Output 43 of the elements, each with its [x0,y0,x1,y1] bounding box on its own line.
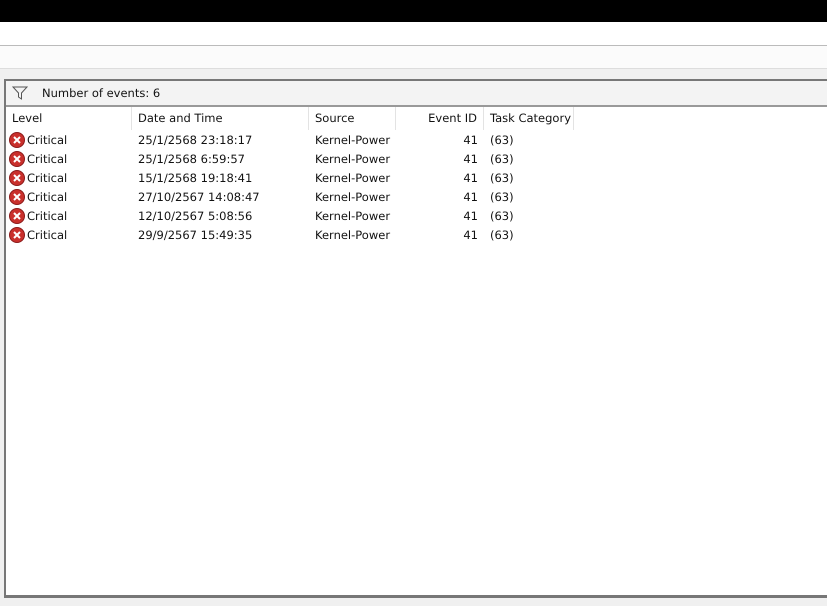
error-icon [9,188,25,204]
table-cell: Critical [27,132,68,146]
table-cell: Critical [27,190,68,204]
table-cell: Critical [27,170,68,184]
table-cell: 15/1/2568 19:18:41 [138,170,252,184]
column-header[interactable]: Level [6,107,132,130]
table-cell: Critical [27,208,68,222]
column-header[interactable]: Event ID [396,107,484,130]
table-cell: 41 [463,152,478,166]
column-header[interactable]: Task Category [484,107,574,130]
column-header[interactable]: Date and Time [132,107,309,130]
table-cell: 41 [463,132,478,146]
table-cell: Kernel-Power [315,228,390,242]
table-cell: 25/1/2568 6:59:57 [138,152,245,166]
table-cell: 41 [463,170,478,184]
error-icon [9,150,25,166]
table-cell: (63) [490,152,514,166]
table-cell: 27/10/2567 14:08:47 [138,190,260,204]
table-cell: 41 [463,228,478,242]
table-cell: 25/1/2568 23:18:17 [138,132,252,146]
table-cell: (63) [490,228,514,242]
error-icon [9,208,25,224]
event-count: Number of events: 6 [42,86,160,100]
table-cell: Kernel-Power [315,132,390,146]
table-cell: 41 [463,190,478,204]
table-cell: Critical [27,228,68,242]
table-cell: (63) [490,170,514,184]
table-cell: (63) [490,132,514,146]
table-cell: 29/9/2567 15:49:35 [138,228,252,242]
table-cell: Kernel-Power [315,170,390,184]
table-cell: (63) [490,190,514,204]
error-icon [9,132,25,148]
error-icon [9,226,25,242]
table-cell: 41 [463,208,478,222]
table-cell: Kernel-Power [315,152,390,166]
table-cell: Kernel-Power [315,190,390,204]
filter-icon [12,86,28,100]
column-header[interactable]: Source [309,107,396,130]
table-cell: Kernel-Power [315,208,390,222]
table-cell: Critical [27,152,68,166]
error-icon [9,170,25,186]
table-cell: (63) [490,208,514,222]
table-cell: 12/10/2567 5:08:56 [138,208,252,222]
